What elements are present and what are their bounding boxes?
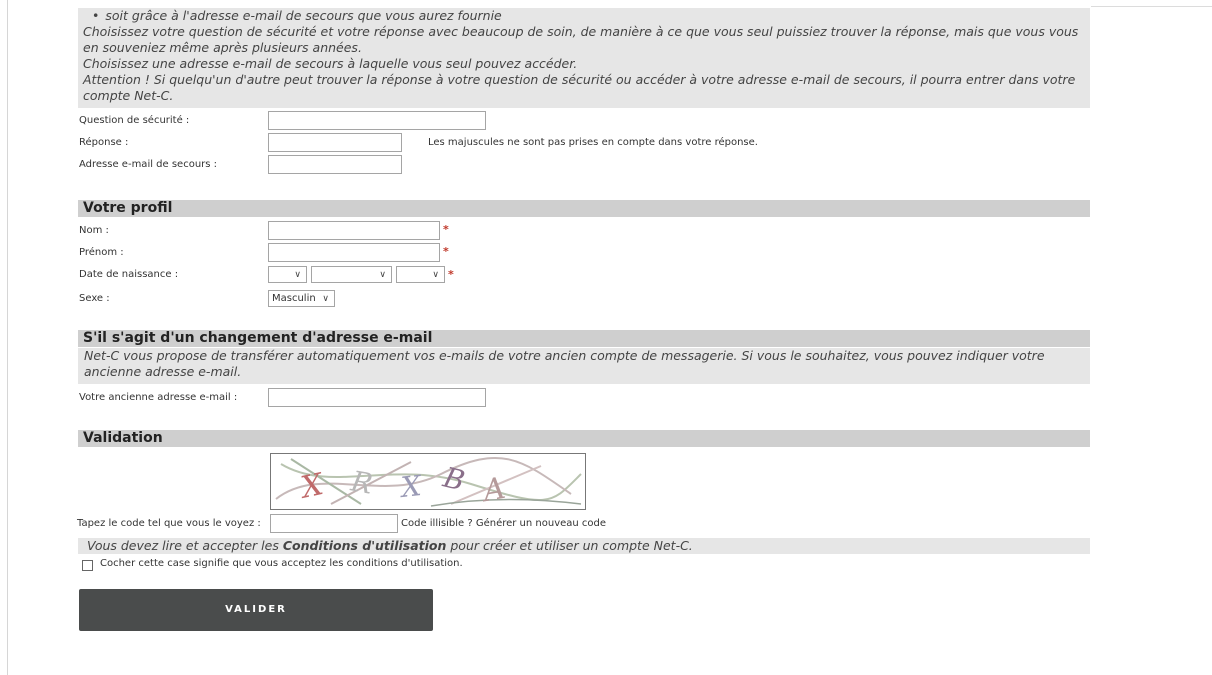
prenom-label: Prénom : xyxy=(79,247,124,258)
prenom-required-mark: * xyxy=(443,245,449,258)
captcha-image: X R X B A xyxy=(270,453,586,510)
sexe-selected-value: Masculin xyxy=(272,293,316,304)
regenerate-captcha-link[interactable]: Code illisible ? Générer un nouveau code xyxy=(401,518,606,529)
old-email-input[interactable] xyxy=(268,388,486,407)
security-info-box: soit grâce à l'adresse e-mail de secours… xyxy=(78,8,1090,108)
terms-prefix: Vous devez lire et accepter les xyxy=(87,538,283,553)
security-info-line2: Choisissez une adresse e-mail de secours… xyxy=(83,56,578,71)
chevron-down-icon: ∨ xyxy=(432,270,439,280)
birthdate-label: Date de naissance : xyxy=(79,269,179,280)
terms-suffix: pour créer et utiliser un compte Net-C. xyxy=(446,538,693,553)
terms-notice: Vous devez lire et accepter les Conditio… xyxy=(78,538,1090,554)
captcha-graphic: X R X B A xyxy=(275,456,582,509)
accept-terms-checkbox[interactable] xyxy=(82,560,93,571)
chevron-down-icon: ∨ xyxy=(294,270,301,280)
captcha-code-input[interactable] xyxy=(270,514,398,533)
terms-link[interactable]: Conditions d'utilisation xyxy=(283,538,447,553)
backup-email-input[interactable] xyxy=(268,155,402,174)
sexe-select[interactable]: Masculin ∨ xyxy=(268,290,335,307)
backup-email-label: Adresse e-mail de secours : xyxy=(79,159,218,170)
sexe-label: Sexe : xyxy=(79,293,110,304)
security-answer-note: Les majuscules ne sont pas prises en com… xyxy=(428,137,758,148)
nom-required-mark: * xyxy=(443,223,449,236)
old-email-label: Votre ancienne adresse e-mail : xyxy=(79,392,238,403)
profile-section-header: Votre profil xyxy=(78,200,1090,217)
prenom-input[interactable] xyxy=(268,243,440,262)
security-info-line1: Choisissez votre question de sécurité et… xyxy=(83,24,1079,55)
email-change-info-text: Net-C vous propose de transférer automat… xyxy=(84,348,1045,379)
birth-month-select[interactable]: ∨ xyxy=(311,266,392,283)
captcha-char-2: R xyxy=(348,464,375,500)
accept-terms-label: Cocher cette case signifie que vous acce… xyxy=(100,558,463,569)
validation-section-header: Validation xyxy=(78,430,1090,447)
captcha-char-4: B xyxy=(439,460,468,497)
security-info-bullet: soit grâce à l'adresse e-mail de secours… xyxy=(83,8,1088,24)
birthdate-required-mark: * xyxy=(448,268,454,281)
security-question-input[interactable] xyxy=(268,111,486,130)
security-info-line3: Attention ! Si quelqu'un d'autre peut tr… xyxy=(83,72,1076,103)
page-top-border xyxy=(1091,6,1212,7)
email-change-info-box: Net-C vous propose de transférer automat… xyxy=(78,348,1090,384)
nom-label: Nom : xyxy=(79,225,109,236)
birth-year-select[interactable]: ∨ xyxy=(396,266,445,283)
nom-input[interactable] xyxy=(268,221,440,240)
captcha-char-1: X xyxy=(296,467,328,506)
birth-day-select[interactable]: ∨ xyxy=(268,266,307,283)
security-answer-input[interactable] xyxy=(268,133,402,152)
security-question-label: Question de sécurité : xyxy=(79,115,190,126)
submit-button[interactable]: VALIDER xyxy=(79,589,433,631)
chevron-down-icon: ∨ xyxy=(379,270,386,280)
security-answer-label: Réponse : xyxy=(79,137,129,148)
email-change-section-header: S'il s'agit d'un changement d'adresse e-… xyxy=(78,330,1090,347)
page-left-border xyxy=(7,0,8,675)
captcha-code-label: Tapez le code tel que vous le voyez : xyxy=(77,518,261,529)
chevron-down-icon: ∨ xyxy=(322,294,329,304)
